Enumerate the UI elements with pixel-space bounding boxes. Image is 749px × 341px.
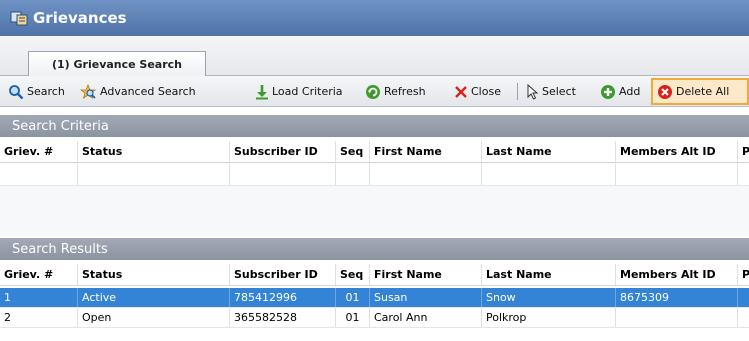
col-griev-number[interactable]: Griev. # — [0, 264, 78, 285]
col-subscriber-id[interactable]: Subscriber ID — [230, 141, 336, 162]
close-label: Close — [471, 85, 501, 98]
cell-first-name: Susan — [370, 288, 482, 307]
table-row[interactable]: 2 Open 365582528 01 Carol Ann Polkrop — [0, 308, 749, 328]
cell-status: Open — [78, 308, 230, 327]
add-button[interactable]: Add — [600, 80, 640, 103]
refresh-button[interactable]: Refresh — [365, 80, 426, 103]
search-results-header: Search Results — [0, 238, 749, 260]
load-criteria-label: Load Criteria — [272, 85, 343, 98]
close-icon — [455, 85, 467, 98]
col-p[interactable]: P — [738, 141, 749, 162]
cell-subscriber-id: 365582528 — [230, 308, 336, 327]
delete-all-button[interactable]: Delete All — [651, 78, 749, 105]
delete-icon — [658, 84, 672, 99]
col-last-name[interactable]: Last Name — [482, 264, 616, 285]
col-subscriber-id[interactable]: Subscriber ID — [230, 264, 336, 285]
add-label: Add — [619, 85, 641, 98]
search-icon — [9, 84, 24, 99]
results-column-headers: Griev. # Status Subscriber ID Seq First … — [0, 264, 749, 286]
advanced-search-icon — [80, 83, 97, 99]
advanced-search-label: Advanced Search — [100, 85, 196, 98]
toolbar: Search Advanced Search Load Criteria Ref… — [0, 76, 749, 107]
col-members-alt-id[interactable]: Members Alt ID — [616, 264, 738, 285]
search-button[interactable]: Search — [8, 80, 65, 103]
criteria-seq-input[interactable] — [336, 164, 370, 185]
col-p[interactable]: P — [738, 264, 749, 285]
criteria-input-row[interactable] — [0, 164, 749, 186]
col-griev-number[interactable]: Griev. # — [0, 141, 78, 162]
col-members-alt-id[interactable]: Members Alt ID — [616, 141, 738, 162]
criteria-status-input[interactable] — [78, 164, 230, 185]
close-button[interactable]: Close — [454, 80, 501, 103]
grievances-app-icon — [10, 11, 28, 26]
criteria-p-input[interactable] — [738, 164, 749, 185]
cell-griev-number: 2 — [0, 308, 78, 327]
select-button[interactable]: Select — [527, 80, 576, 103]
load-criteria-icon — [256, 84, 268, 99]
delete-all-label: Delete All — [676, 85, 730, 98]
cell-status: Active — [78, 288, 230, 307]
criteria-empty-area — [0, 186, 749, 236]
cell-first-name: Carol Ann — [370, 308, 482, 327]
cell-seq: 01 — [336, 288, 370, 307]
search-criteria-header: Search Criteria — [0, 115, 749, 137]
tab-grievance-search[interactable]: (1) Grievance Search — [28, 51, 206, 77]
window-titlebar: Grievances — [0, 0, 749, 36]
toolbar-separator — [517, 83, 518, 100]
cell-members-alt-id: 8675309 — [616, 288, 738, 307]
criteria-alt-id-input[interactable] — [616, 164, 738, 185]
select-label: Select — [542, 85, 576, 98]
col-seq[interactable]: Seq — [336, 141, 370, 162]
criteria-subscriber-input[interactable] — [230, 164, 336, 185]
load-criteria-button[interactable]: Load Criteria — [255, 80, 343, 103]
cell-subscriber-id: 785412996 — [230, 288, 336, 307]
cell-griev-number: 1 — [0, 288, 78, 307]
col-last-name[interactable]: Last Name — [482, 141, 616, 162]
col-first-name[interactable]: First Name — [370, 264, 482, 285]
cursor-arrow-icon — [527, 83, 539, 100]
table-row[interactable]: 1 Active 785412996 01 Susan Snow 8675309 — [0, 288, 749, 308]
cell-p — [738, 288, 749, 307]
tab-strip: (1) Grievance Search — [0, 36, 749, 77]
col-seq[interactable]: Seq — [336, 264, 370, 285]
col-status[interactable]: Status — [78, 264, 230, 285]
search-button-label: Search — [27, 85, 65, 98]
window-title: Grievances — [33, 9, 127, 27]
cell-last-name: Snow — [482, 288, 616, 307]
advanced-search-button[interactable]: Advanced Search — [80, 80, 196, 103]
col-status[interactable]: Status — [78, 141, 230, 162]
criteria-first-name-input[interactable] — [370, 164, 482, 185]
criteria-column-headers: Griev. # Status Subscriber ID Seq First … — [0, 141, 749, 163]
cell-members-alt-id — [616, 308, 738, 327]
refresh-label: Refresh — [384, 85, 426, 98]
cell-last-name: Polkrop — [482, 308, 616, 327]
add-icon — [601, 84, 615, 99]
criteria-last-name-input[interactable] — [482, 164, 616, 185]
refresh-icon — [366, 84, 380, 99]
cell-seq: 01 — [336, 308, 370, 327]
cell-p — [738, 308, 749, 327]
criteria-griev-input[interactable] — [0, 164, 78, 185]
col-first-name[interactable]: First Name — [370, 141, 482, 162]
